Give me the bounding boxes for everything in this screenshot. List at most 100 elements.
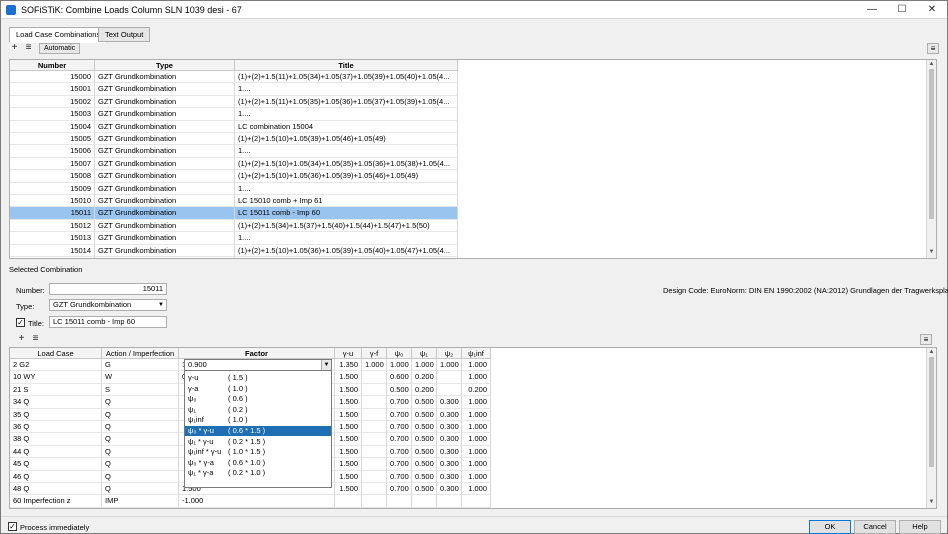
cell-action: Q — [102, 433, 179, 446]
table-row[interactable]: 15011 GZT Grundkombination LC 15011 comb -… — [10, 207, 458, 220]
list-edit-icon[interactable]: ≡ — [23, 43, 34, 54]
scroll-thumb[interactable] — [929, 357, 934, 467]
section-label-selected-combination: Selected Combination — [9, 265, 83, 274]
dropdown-option[interactable]: ψ₁ ( 0.2 ) — [185, 405, 331, 415]
dropdown-option[interactable]: ψ₁ * γ-a ( 0.2 * 1.0 ) — [185, 468, 331, 478]
table-row[interactable]: 15013 GZT Grundkombination 1.... — [10, 232, 458, 245]
cell-gamma-f — [362, 470, 387, 483]
cell-type: GZT Grundkombination — [95, 108, 235, 121]
column-header-psi-1[interactable]: ψ₁ — [412, 348, 437, 359]
chevron-down-icon[interactable]: ▼ — [321, 360, 331, 370]
cell-psi-2: 0.300 — [437, 421, 462, 434]
cell-psi-1-inf: 1.000 — [462, 470, 491, 483]
table-row[interactable]: 15009 GZT Grundkombination 1.... — [10, 182, 458, 195]
title-input[interactable]: LC 15011 comb - Imp 60 — [49, 316, 167, 328]
cell-gamma-f — [362, 483, 387, 496]
add-icon[interactable]: + — [16, 334, 27, 345]
dropdown-option[interactable]: ψ₁inf * γ-u ( 1.0 * 1.5 ) — [185, 447, 331, 457]
table-row[interactable]: 15010 GZT Grundkombination LC 15010 comb +… — [10, 195, 458, 208]
cell-number: 15006 — [10, 145, 95, 158]
dropdown-option[interactable]: ψ₀ * γ-a ( 0.6 * 1.0 ) — [185, 458, 331, 468]
ok-button[interactable]: OK — [809, 520, 851, 534]
scroll-up-icon[interactable]: ▲ — [927, 348, 936, 357]
factor-editor-value: 0.900 — [188, 360, 207, 369]
scroll-up-icon[interactable]: ▲ — [927, 60, 936, 69]
table-row[interactable]: 15015GZT Grundkombination — [10, 257, 458, 258]
cell-load-case: 45 Q — [10, 458, 102, 471]
table-row[interactable]: 15007 GZT Grundkombination (1)+(2)+1.5(10)… — [10, 157, 458, 171]
cell-factor[interactable]: -1.000 — [179, 495, 335, 508]
scroll-down-icon[interactable]: ▼ — [927, 498, 936, 507]
add-icon[interactable]: + — [9, 43, 20, 54]
maximize-icon[interactable]: ☐ — [887, 1, 917, 19]
dropdown-option[interactable]: γ-a ( 1.0 ) — [185, 384, 331, 394]
automatic-button[interactable]: Automatic — [39, 43, 81, 54]
close-icon[interactable]: ✕ — [917, 1, 947, 19]
table-row[interactable]: 15000 GZT Grundkombination (1)+(2)+1.5(11)… — [10, 71, 458, 84]
option-symbol: ψ₀ * γ-a — [188, 457, 214, 467]
table-row[interactable]: 15014 GZT Grundkombination (1)+(2)+1.5(10)… — [10, 244, 458, 257]
type-select-value: GZT Grundkombination — [53, 300, 132, 309]
column-header-factor[interactable]: Factor — [179, 348, 335, 359]
tab-load-case-combinations[interactable]: Load Case Combinations — [9, 27, 108, 43]
column-header-psi-2[interactable]: ψ₂ — [437, 348, 462, 359]
dropdown-option[interactable]: ψ₀ * γ-u ( 0.6 * 1.5 ) — [185, 426, 331, 437]
scroll-down-icon[interactable]: ▼ — [927, 248, 936, 257]
process-immediately-checkbox[interactable]: ✓ — [8, 522, 17, 531]
column-header-load-case[interactable]: Load Case — [10, 348, 102, 359]
hamburger-menu-icon[interactable]: ≡ — [920, 334, 932, 345]
dropdown-option[interactable]: ψ₁ * γ-u ( 0.2 * 1.5 ) — [185, 437, 331, 447]
cell-psi-0: 0.500 — [387, 383, 412, 397]
cell-gamma-u: 1.500 — [335, 421, 362, 434]
list-edit-icon[interactable]: ≡ — [30, 334, 41, 345]
dropdown-option[interactable]: ψ₀ ( 0.6 ) — [185, 394, 331, 404]
table-row[interactable]: 15003 GZT Grundkombination 1.... — [10, 108, 458, 121]
type-select[interactable]: GZT Grundkombination ▼ — [49, 299, 167, 311]
factor-scrollbar[interactable]: ▲ ▼ — [926, 348, 936, 508]
cell-action: Q — [102, 470, 179, 483]
cell-number: 15008 — [10, 170, 95, 183]
combinations-scrollbar[interactable]: ▲ ▼ — [926, 60, 936, 258]
table-row[interactable]: 15001 GZT Grundkombination 1.... — [10, 83, 458, 96]
cell-gamma-f — [362, 421, 387, 434]
title-checkbox[interactable]: ✓ — [16, 318, 25, 327]
cell-type: GZT Grundkombination — [95, 83, 235, 96]
column-header-title[interactable]: Title — [235, 60, 458, 71]
table-row[interactable]: 15012 GZT Grundkombination (1)+(2)+1.5(34)… — [10, 219, 458, 233]
number-input[interactable]: 15011 — [49, 283, 167, 295]
help-button[interactable]: Help — [899, 520, 941, 534]
column-header-gamma-f[interactable]: γ-f — [362, 348, 387, 359]
tab-text-output[interactable]: Text Output — [98, 27, 151, 42]
dropdown-option[interactable]: γ-u ( 1.5 ) — [185, 373, 331, 383]
scroll-thumb[interactable] — [929, 69, 934, 219]
option-value: ( 0.6 * 1.5 ) — [228, 426, 266, 435]
column-header-psi-0[interactable]: ψ₀ — [387, 348, 412, 359]
table-row[interactable]: 60 Imperfection z IMP -1.000 — [10, 495, 491, 508]
minimize-icon[interactable]: — — [857, 1, 887, 19]
cell-load-case: 34 Q — [10, 396, 102, 409]
hamburger-menu-icon[interactable]: ≡ — [927, 43, 939, 54]
cell-type: GZT Grundkombination — [95, 170, 235, 183]
table-row[interactable]: 15006 GZT Grundkombination 1.... — [10, 145, 458, 158]
cell-number: 15013 — [10, 232, 95, 245]
table-row[interactable]: 15004 GZT Grundkombination LC combination … — [10, 120, 458, 133]
option-value: ( 0.2 * 1.5 ) — [228, 436, 266, 446]
table-row[interactable]: 15008 GZT Grundkombination (1)+(2)+1.5(10)… — [10, 170, 458, 183]
cell-psi-0: 0.700 — [387, 483, 412, 496]
column-header-type[interactable]: Type — [95, 60, 235, 71]
column-header-action[interactable]: Action / Imperfection — [102, 348, 179, 359]
cancel-button[interactable]: Cancel — [854, 520, 896, 534]
cell-number: 15009 — [10, 182, 95, 195]
column-header-gamma-u[interactable]: γ-u — [335, 348, 362, 359]
cell-psi-1: 0.500 — [412, 408, 437, 421]
cell-number: 15007 — [10, 157, 95, 171]
column-header-number[interactable]: Number — [10, 60, 95, 71]
cell-type: GZT Grundkombination — [95, 157, 235, 171]
cell-action: Q — [102, 421, 179, 434]
table-row[interactable]: 15005 GZT Grundkombination (1)+(2)+1.5(10)… — [10, 133, 458, 146]
column-header-psi-1-inf[interactable]: ψ₁inf — [462, 348, 491, 359]
dropdown-option[interactable]: ψ₁inf ( 1.0 ) — [185, 415, 331, 425]
cell-load-case: 35 Q — [10, 408, 102, 421]
cell-gamma-u — [335, 495, 362, 508]
table-row[interactable]: 15002 GZT Grundkombination (1)+(2)+1.5(11)… — [10, 95, 458, 109]
